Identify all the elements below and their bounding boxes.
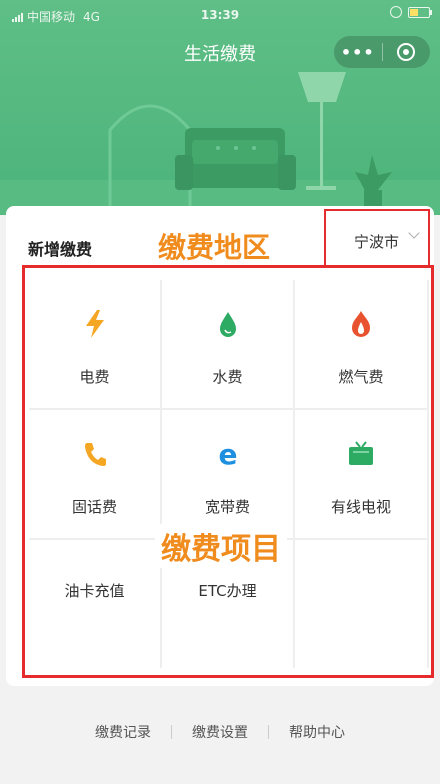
item-cable-tv[interactable]: 有线电视 xyxy=(295,410,427,538)
item-label: 油卡充值 xyxy=(64,582,125,600)
status-time: 13:39 xyxy=(200,8,240,22)
item-label: 燃气费 xyxy=(338,368,384,386)
lightning-icon xyxy=(29,310,160,338)
settings-link[interactable]: 缴费设置 xyxy=(192,722,248,742)
region-annotation: 缴费地区 xyxy=(158,231,271,264)
water-drop-icon xyxy=(162,310,293,338)
section-title: 新增缴费 xyxy=(28,240,93,259)
footer-divider xyxy=(171,725,172,739)
flame-icon xyxy=(295,310,427,338)
battery-icon xyxy=(408,6,432,18)
item-gas[interactable]: 燃气费 xyxy=(295,280,427,408)
item-label: 有线电视 xyxy=(330,498,391,516)
item-label: 固话费 xyxy=(71,498,117,516)
close-icon xyxy=(397,43,416,61)
item-label: 水费 xyxy=(212,368,243,386)
records-link[interactable]: 缴费记录 xyxy=(95,722,151,742)
item-water[interactable]: 水费 xyxy=(162,280,293,408)
payment-items-grid: 电费 水费 燃气费 固话费 e 宽带费 有线电视 油卡充值 ETC办理 xyxy=(29,280,429,668)
item-label: ETC办理 xyxy=(198,582,257,600)
living-room-illustration xyxy=(0,72,440,215)
alarm-icon xyxy=(390,6,402,18)
tv-icon xyxy=(295,440,427,468)
status-right xyxy=(390,6,432,18)
city-selector[interactable]: 宁波市 xyxy=(324,209,430,271)
phone-icon xyxy=(29,440,160,468)
svg-text:e: e xyxy=(218,440,237,468)
item-label: 电费 xyxy=(79,368,110,386)
city-label: 宁波市 xyxy=(354,233,400,251)
item-label: 宽带费 xyxy=(204,498,250,516)
footer-divider xyxy=(268,725,269,739)
payment-card: 新增缴费 缴费地区 宁波市 电费 水费 燃气费 固话费 e 宽带费 有线电视 油… xyxy=(6,206,434,686)
payment-items-box: 电费 水费 燃气费 固话费 e 宽带费 有线电视 油卡充值 ETC办理 缴费项目 xyxy=(22,265,434,678)
more-button[interactable]: ••• xyxy=(334,43,382,62)
broadband-e-icon: e xyxy=(162,440,293,468)
item-landline[interactable]: 固话费 xyxy=(29,410,160,538)
header: 中国移动 4G 13:39 生活缴费 ••• xyxy=(0,0,440,215)
chevron-down-icon xyxy=(408,227,420,239)
status-bar: 中国移动 4G 13:39 xyxy=(0,0,440,28)
floor-lamp xyxy=(298,72,346,102)
item-broadband[interactable]: e 宽带费 xyxy=(162,410,293,538)
items-annotation: 缴费项目 xyxy=(155,524,287,568)
item-electricity[interactable]: 电费 xyxy=(29,280,160,408)
close-button[interactable] xyxy=(383,43,431,61)
empty-cell xyxy=(295,540,427,668)
item-fuel-card[interactable]: 油卡充值 xyxy=(29,540,160,668)
help-link[interactable]: 帮助中心 xyxy=(289,722,345,742)
footer-links: 缴费记录 缴费设置 帮助中心 xyxy=(0,722,440,742)
